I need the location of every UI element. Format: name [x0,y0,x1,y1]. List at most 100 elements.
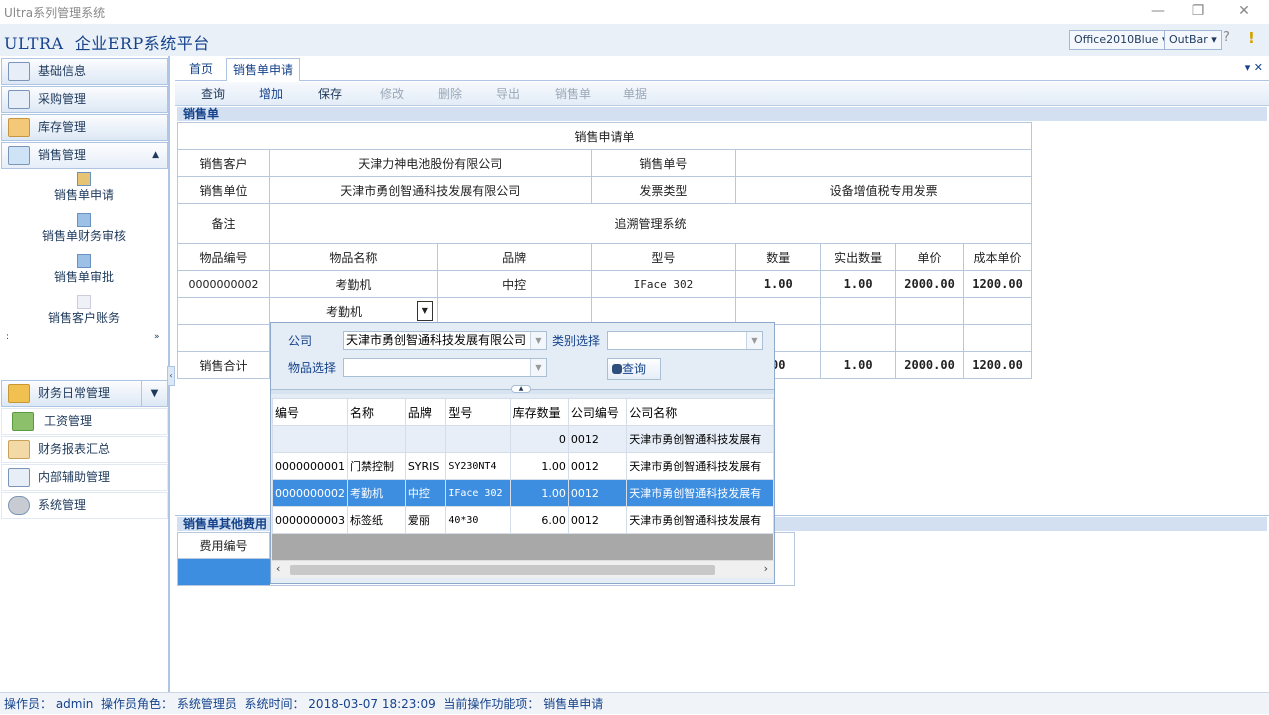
total-actual: 1.00 [820,351,897,379]
sidebar-item-payroll[interactable]: 工资管理 [1,408,168,435]
order-no-field[interactable] [735,149,1032,177]
sidebar-item-sales[interactable]: 销售管理 ▲ [1,142,168,169]
sidebar-item-inventory[interactable]: 库存管理 [1,114,168,141]
sidebar-item-basic-info[interactable]: 基础信息 [1,58,168,85]
table-row[interactable]: 0000000001 门禁控制 SYRIS SY230NT4 1.00 0012… [272,452,774,480]
sidebar-item-internal[interactable]: 内部辅助管理 [1,464,168,491]
edit-model-cell[interactable] [590,297,737,325]
qty-cell[interactable]: 1.00 [735,270,822,298]
sidebar-item-reports[interactable]: 财务报表汇总 [1,436,168,463]
splitter-handle[interactable]: ‹ [167,366,175,386]
theme-dropdown[interactable]: Office2010Blue ▾ [1069,30,1173,50]
scroll-left-icon[interactable]: : [6,332,9,342]
col-code[interactable]: 编号 [272,398,348,426]
tab-home[interactable]: 首页 [183,58,219,81]
item-name-cell[interactable]: 考勤机 [268,270,438,298]
chevron-down-icon[interactable]: ▼ [530,332,546,349]
query-button[interactable]: 查询 [183,86,225,102]
unit-field[interactable]: 天津市勇创智通科技发展有限公司 [268,176,592,204]
sidebar-sub-approval[interactable]: 销售单审批 [0,254,168,285]
customer-label: 销售客户 [177,149,270,177]
check-doc-icon [77,254,91,268]
bar-style-dropdown[interactable]: OutBar ▾ [1164,30,1222,50]
horizontal-scrollbar[interactable]: ‹ › [272,560,773,578]
edit-actual-cell[interactable] [820,297,897,325]
sale-button[interactable]: 销售单 [537,86,591,102]
col-company-no[interactable]: 公司编号 [567,398,628,426]
sidebar-item-finance-daily[interactable]: 财务日常管理 ▼ [1,380,168,407]
report-icon [8,440,30,459]
sidebar-sub-sales-request[interactable]: 销售单申请 [0,172,168,203]
edit-cost-cell[interactable] [963,297,1032,325]
table-row[interactable]: 0000000002 考勤机 中控 IFace 302 1.00 1.00 20… [177,270,1032,298]
scroll-left-icon[interactable]: ‹ [276,562,280,575]
invoice-field[interactable]: 设备增值税专用发票 [735,176,1032,204]
doc-button[interactable]: 单据 [605,86,647,102]
col-brand[interactable]: 品牌 [404,398,447,426]
total-cost: 1200.00 [963,351,1032,379]
chevron-down-icon[interactable]: ▼ [530,359,546,376]
chevron-down-icon[interactable]: ▼ [141,381,167,406]
restore-button[interactable]: ❐ [1175,0,1221,24]
price-cell[interactable]: 2000.00 [895,270,965,298]
col-model[interactable]: 型号 [445,398,511,426]
form-icon [77,172,91,186]
collapse-arrow-icon[interactable]: ▲ [511,385,531,393]
col-company-name[interactable]: 公司名称 [626,398,774,426]
col-name[interactable]: 名称 [347,398,406,426]
remark-field[interactable]: 追溯管理系统 [268,203,1033,244]
add-button[interactable]: 增加 [241,86,283,102]
tab-strip: 首页 销售单申请 ▾ ✕ [175,58,1269,81]
scroll-right-icon[interactable]: › [764,562,768,575]
total-label: 销售合计 [177,351,270,379]
sidebar-item-purchase[interactable]: 采购管理 [1,86,168,113]
item-no-cell[interactable]: 0000000002 [177,270,270,298]
edit-item-no-cell[interactable] [177,297,270,325]
app-header: ULTRA 企业ERP系统平台 Office2010Blue ▾ OutBar … [0,24,1269,56]
alert-icon[interactable]: ! [1248,29,1255,47]
check-doc-icon [77,213,91,227]
item-selection-popup: 公司 天津市勇创智通科技发展有限公司 ▼ 类别选择 ▼ 物品选择 ▼ 查询 ▲ … [270,322,775,584]
col-model: 型号 [590,243,737,271]
save-button[interactable]: 保存 [300,86,342,102]
notebook-icon [8,468,30,487]
sidebar: 基础信息 采购管理 库存管理 销售管理 ▲ 销售单申请 销售单财务审核 销售单审批… [0,56,170,692]
chevron-down-icon[interactable]: ▼ [416,301,433,321]
brand-cell[interactable]: 中控 [436,270,592,298]
sidebar-item-system[interactable]: 系统管理 [1,492,168,519]
col-qty: 数量 [735,243,822,271]
help-icon[interactable]: ? [1223,30,1230,45]
close-button[interactable]: ✕ [1221,0,1267,24]
edit-qty-cell[interactable] [735,297,822,325]
edit-button[interactable]: 修改 [362,86,404,102]
selected-fee-row[interactable] [178,559,270,585]
table-row-selected[interactable]: 0000000002 考勤机 中控 IFace 302 1.00 0012 天津… [272,479,774,507]
sidebar-sub-customer-accounts[interactable]: 销售客户账务 [0,295,168,326]
table-row[interactable]: 0000000003 标签纸 爱丽 40*30 6.00 0012 天津市勇创智… [272,506,774,534]
gear-icon [8,496,30,515]
scroll-right-icon[interactable]: » [154,332,160,342]
col-stock[interactable]: 库存数量 [509,398,569,426]
edit-price-cell[interactable] [895,297,965,325]
company-select[interactable]: 天津市勇创智通科技发展有限公司 ▼ [343,331,547,350]
model-cell[interactable]: IFace 302 [590,270,737,298]
edit-brand-cell[interactable] [436,297,592,325]
edit-item-name-cell[interactable]: 考勤机 ▼ [268,297,438,325]
cost-cell[interactable]: 1200.00 [963,270,1032,298]
popup-query-button[interactable]: 查询 [607,358,661,380]
category-select[interactable]: ▼ [607,331,763,350]
collapse-icon[interactable]: ▲ [152,143,159,168]
item-select[interactable]: ▼ [343,358,547,377]
handshake-icon [8,146,30,165]
tab-sales-request[interactable]: 销售单申请 [226,58,301,81]
scrollbar-thumb[interactable] [290,565,715,575]
tab-menu-close[interactable]: ▾ ✕ [1245,61,1263,74]
table-row[interactable]: 0 0012 天津市勇创智通科技发展有 [272,425,774,453]
actual-qty-cell[interactable]: 1.00 [820,270,897,298]
export-button[interactable]: 导出 [478,86,520,102]
customer-field[interactable]: 天津力神电池股份有限公司 [268,149,592,177]
sidebar-sub-finance-review[interactable]: 销售单财务审核 [0,213,168,244]
delete-button[interactable]: 删除 [420,86,462,102]
chevron-down-icon[interactable]: ▼ [746,332,762,349]
edit-item-name[interactable]: 考勤机 [326,305,362,319]
